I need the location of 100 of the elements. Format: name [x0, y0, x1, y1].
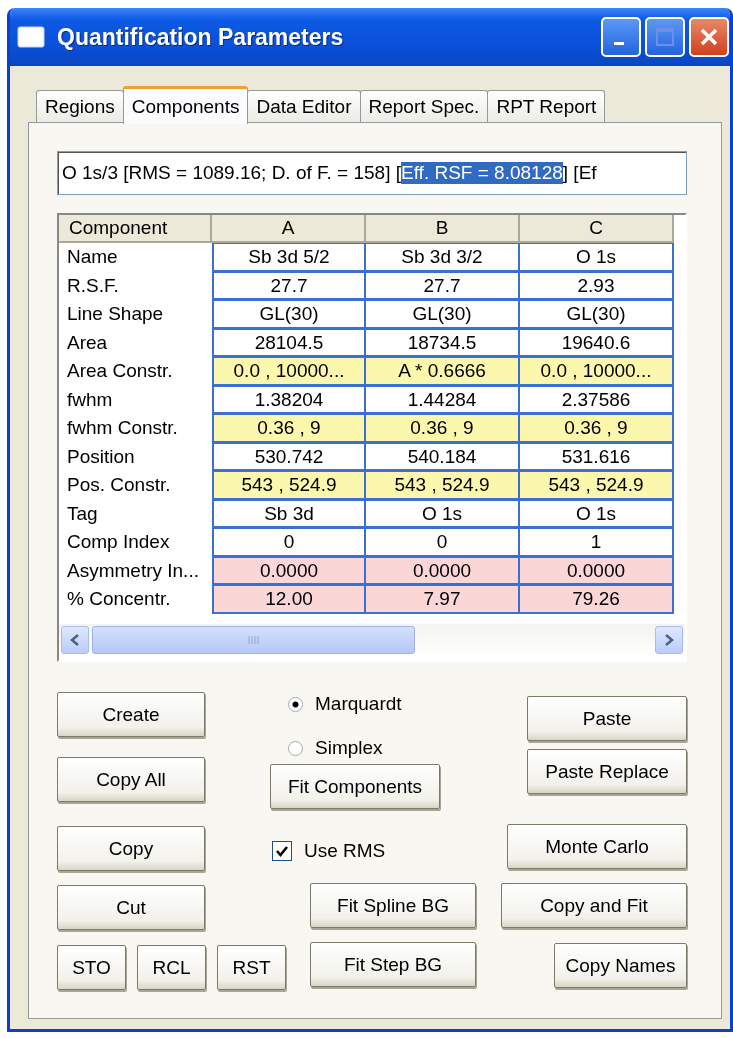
table-cell[interactable]: A * 0.6666	[364, 357, 520, 386]
column-header[interactable]: A	[212, 215, 366, 243]
radio-button[interactable]	[288, 740, 303, 756]
table-cell[interactable]: 1.38204	[212, 385, 366, 414]
table-cell[interactable]: 540.184	[364, 442, 520, 471]
table-cell[interactable]: 7.97	[364, 585, 520, 614]
tab[interactable]: RPT Report	[487, 90, 606, 122]
push-button[interactable]: Copy Names	[554, 943, 687, 988]
table-cell[interactable]: 0.0000	[518, 556, 674, 585]
minimize-button[interactable]	[601, 17, 641, 57]
table-cell[interactable]: 1.44284	[364, 385, 520, 414]
table-cell[interactable]: 0.0000	[212, 556, 366, 585]
push-button[interactable]: Monte Carlo	[507, 824, 687, 869]
row-label: Comp Index	[66, 530, 171, 554]
table-cell[interactable]: GL(30)	[364, 300, 520, 329]
table-cell[interactable]: 1	[518, 528, 674, 557]
table-cell[interactable]: GL(30)	[518, 300, 674, 329]
table-cell[interactable]: Sb 3d 5/2	[212, 243, 366, 272]
radio-label: Simplex	[315, 737, 383, 759]
window-icon	[17, 26, 45, 48]
table-cell[interactable]: 0.0 , 10000...	[212, 357, 366, 386]
summary-field[interactable]: O 1s/3 [RMS = 1089.16; D. of F. = 158] [Eff. RSF = 8.08128] [Ef	[57, 151, 687, 195]
table-cell[interactable]: 28104.5	[212, 328, 366, 357]
push-button[interactable]: STO	[57, 945, 126, 990]
push-button[interactable]: Create	[57, 692, 205, 737]
grip-icon	[246, 635, 261, 645]
checkbox[interactable]	[272, 841, 292, 861]
push-button[interactable]: Copy	[57, 826, 205, 871]
table-cell[interactable]: 27.7	[212, 271, 366, 300]
table-cell[interactable]: 2.37586	[518, 385, 674, 414]
column-header[interactable]: B	[366, 215, 520, 243]
table-cell[interactable]: 543 , 524.9	[364, 471, 520, 500]
field-text: ] [Ef	[562, 162, 597, 184]
row-label: Line Shape	[66, 302, 165, 326]
table-cell[interactable]: 0.0000	[364, 556, 520, 585]
table-cell[interactable]: Sb 3d 3/2	[364, 243, 520, 272]
maximize-icon	[654, 26, 676, 48]
table-cell[interactable]: GL(30)	[212, 300, 366, 329]
table-cell[interactable]: 27.7	[364, 271, 520, 300]
push-button[interactable]: Fit Step BG	[310, 942, 476, 987]
selected-text: Eff. RSF = 8.08128	[401, 162, 563, 184]
table-cell[interactable]: 2.93	[518, 271, 674, 300]
window-title: Quantification Parameters	[57, 23, 345, 51]
tab[interactable]: Components	[122, 86, 249, 124]
table-cell[interactable]: 543 , 524.9	[518, 471, 674, 500]
horizontal-scrollbar[interactable]	[59, 624, 685, 656]
push-button[interactable]: Copy All	[57, 757, 205, 802]
table-cell[interactable]: 531.616	[518, 442, 674, 471]
push-button[interactable]: Paste Replace	[527, 749, 687, 794]
scroll-left-button[interactable]	[61, 626, 89, 654]
tab[interactable]: Regions	[36, 90, 124, 122]
table-cell[interactable]: O 1s	[518, 499, 674, 528]
table-cell[interactable]: O 1s	[364, 499, 520, 528]
close-icon	[698, 26, 720, 48]
row-label: R.S.F.	[66, 273, 120, 298]
column-header[interactable]: C	[520, 215, 674, 243]
minimize-icon	[614, 41, 624, 45]
row-label: % Concentr.	[66, 587, 172, 611]
table-cell[interactable]: 0	[364, 528, 520, 557]
radio-label: Marquardt	[315, 693, 402, 715]
row-label: Pos. Constr.	[66, 473, 172, 497]
row-label: Asymmetry In...	[66, 558, 200, 583]
table-cell[interactable]: 530.742	[212, 442, 366, 471]
table-cell[interactable]: 0.0 , 10000...	[518, 357, 674, 386]
table-cell[interactable]: 0.36 , 9	[364, 414, 520, 443]
table-cell[interactable]: 19640.6	[518, 328, 674, 357]
table-cell[interactable]: 0	[212, 528, 366, 557]
tab[interactable]: Data Editor	[247, 90, 361, 122]
push-button[interactable]: Paste	[527, 696, 687, 741]
checkbox-label: Use RMS	[304, 840, 386, 862]
column-header[interactable]: Component	[59, 215, 212, 243]
push-button[interactable]: Cut	[57, 885, 205, 930]
scroll-right-button[interactable]	[655, 626, 683, 654]
table-cell[interactable]: O 1s	[518, 243, 674, 272]
push-button[interactable]: Fit Spline BG	[310, 883, 476, 928]
push-button[interactable]: RCL	[137, 945, 206, 990]
close-button[interactable]	[689, 17, 729, 57]
table-cell[interactable]: 0.36 , 9	[212, 414, 366, 443]
field-text: O 1s/3 [RMS = 1089.16; D. of F. = 158] [	[62, 162, 401, 184]
scroll-thumb[interactable]	[92, 626, 415, 654]
row-label: fwhm	[66, 387, 114, 412]
table-cell[interactable]: 0.36 , 9	[518, 414, 674, 443]
table-cell[interactable]: 12.00	[212, 585, 366, 614]
row-label: Tag	[66, 501, 99, 526]
push-button[interactable]: Copy and Fit	[501, 883, 687, 928]
table-cell[interactable]: 543 , 524.9	[212, 471, 366, 500]
radio-button[interactable]	[288, 696, 303, 712]
tab[interactable]: Report Spec.	[359, 90, 489, 122]
push-button[interactable]: Fit Components	[270, 764, 440, 809]
row-label: Area Constr.	[66, 359, 174, 383]
maximize-button[interactable]	[645, 17, 685, 57]
table-cell[interactable]: 79.26	[518, 585, 674, 614]
checkmark-icon	[275, 844, 289, 858]
push-button[interactable]: RST	[217, 945, 286, 990]
row-label: Name	[66, 245, 119, 269]
row-label: Position	[66, 444, 136, 469]
table-cell[interactable]: 18734.5	[364, 328, 520, 357]
table-cell[interactable]: Sb 3d	[212, 499, 366, 528]
row-label: Area	[66, 330, 109, 355]
row-label: fwhm Constr.	[66, 416, 179, 440]
